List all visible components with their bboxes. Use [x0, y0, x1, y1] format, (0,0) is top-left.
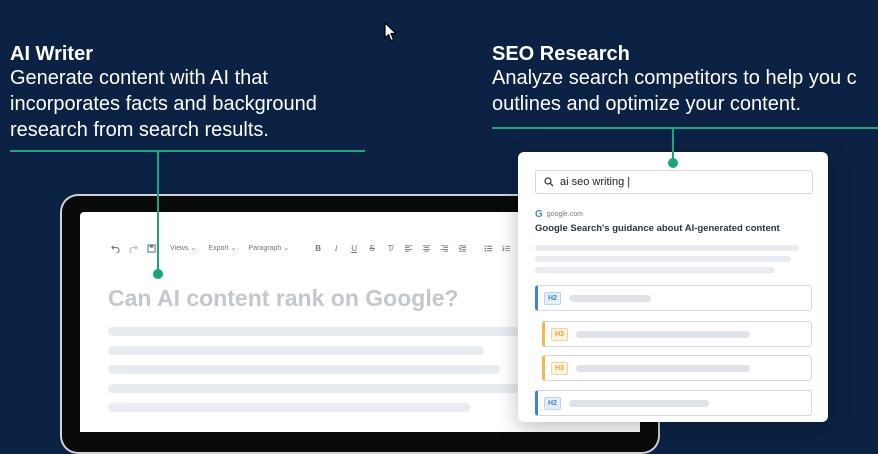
heading-tag: H2 [544, 291, 561, 305]
text-placeholder-line [108, 403, 470, 412]
chevron-down-icon: ⌄ [230, 245, 237, 252]
indent-icon[interactable] [455, 241, 469, 255]
search-icon [544, 177, 554, 187]
result-source: G google.com [535, 209, 583, 220]
result-snippet-line [535, 267, 775, 273]
text-placeholder-line [108, 346, 484, 355]
bold-icon[interactable]: B [311, 241, 325, 255]
italic-icon[interactable]: I [329, 241, 343, 255]
outline-placeholder [568, 294, 651, 302]
result-snippet-line [535, 256, 791, 262]
heading-tag: H3 [551, 361, 568, 375]
text-placeholder-line [108, 327, 520, 336]
strikethrough-icon[interactable]: S [365, 241, 379, 255]
align-right-icon[interactable] [437, 241, 451, 255]
seo-research-connector [672, 128, 674, 162]
mouse-cursor-icon [384, 22, 397, 42]
export-dropdown[interactable]: Export ⌄ [208, 244, 237, 253]
ai-writer-connector [157, 151, 159, 273]
chevron-down-icon: ⌄ [283, 245, 290, 252]
text-placeholder-line [108, 384, 520, 393]
editor-toolbar: Views ⌄ Export ⌄ Paragraph ⌄ B I U S T̸ [108, 240, 561, 256]
outline-placeholder [575, 330, 750, 338]
redo-icon[interactable] [126, 241, 140, 255]
underline-icon[interactable]: U [347, 241, 361, 255]
outline-placeholder [568, 399, 709, 407]
search-query: ai seo writing | [560, 176, 631, 188]
ai-writer-connector-dot [153, 269, 163, 279]
text-placeholder-line [108, 365, 500, 374]
seo-research-card: ai seo writing | G google.com Google Sea… [518, 152, 828, 422]
seo-research-title: SEO Research [492, 43, 630, 65]
search-input[interactable]: ai seo writing | [535, 170, 813, 194]
heading-tag: H2 [544, 396, 561, 410]
save-icon[interactable] [144, 241, 158, 255]
outline-item-h3[interactable]: H3 [542, 321, 812, 347]
align-left-icon[interactable] [401, 241, 415, 255]
result-snippet-line [535, 245, 799, 251]
paragraph-dropdown[interactable]: Paragraph ⌄ [249, 244, 290, 253]
seo-research-divider [492, 127, 878, 129]
chevron-down-icon: ⌄ [190, 245, 197, 252]
result-domain: google.com [546, 211, 583, 218]
google-icon: G [535, 209, 543, 220]
ai-writer-description: Generate content with AI that incorporat… [10, 67, 317, 141]
bullet-list-icon[interactable] [481, 241, 495, 255]
heading-tag: H3 [551, 327, 568, 341]
clear-format-icon[interactable]: T̸ [383, 241, 397, 255]
views-dropdown[interactable]: Views ⌄ [170, 244, 197, 253]
outline-item-h2[interactable]: H2 [535, 285, 812, 311]
outline-item-h2[interactable]: H2 [535, 390, 812, 416]
seo-research-description: Analyze search competitors to help you c… [492, 67, 857, 115]
undo-icon[interactable] [108, 241, 122, 255]
numbered-list-icon[interactable] [499, 241, 513, 255]
document-heading[interactable]: Can AI content rank on Google? [108, 285, 459, 312]
outline-item-h3[interactable]: H3 [542, 355, 812, 381]
result-title[interactable]: Google Search's guidance about AI-genera… [535, 223, 780, 234]
ai-writer-title: AI Writer [10, 43, 93, 65]
outline-placeholder [575, 364, 750, 372]
ai-writer-divider [10, 150, 365, 152]
align-center-icon[interactable] [419, 241, 433, 255]
seo-research-connector-dot [668, 158, 678, 168]
